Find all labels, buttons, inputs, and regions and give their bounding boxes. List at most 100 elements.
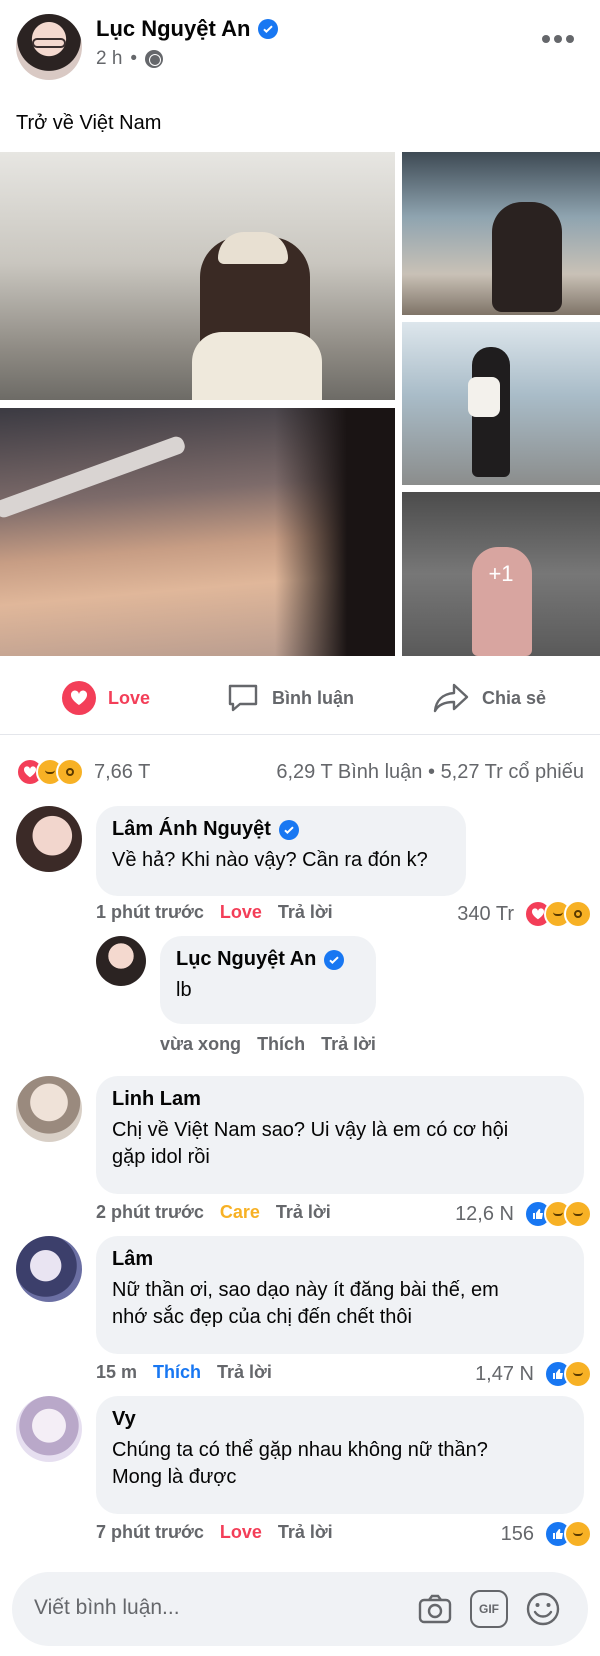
comment-bubble[interactable]: Vy Chúng ta có thể gặp nhau không nữ thầ… bbox=[96, 1396, 584, 1514]
action-bar: Love Bình luận Chia sẻ bbox=[0, 670, 600, 726]
stats-separator: • bbox=[427, 760, 435, 783]
comment-time: 1 phút trước bbox=[96, 902, 204, 922]
comment-time: 15 m bbox=[96, 1362, 138, 1382]
comment-text: lb bbox=[176, 979, 192, 1001]
post-time[interactable]: 2 h bbox=[96, 48, 122, 70]
comment-text: Chị về Việt Nam sao? Ui vậy là em có cơ … bbox=[112, 1117, 568, 1171]
photo-plane-window[interactable] bbox=[0, 408, 395, 656]
comment-actions: 15 m Thích Trả lời bbox=[96, 1362, 272, 1383]
comment-react-button[interactable]: Love bbox=[220, 1522, 262, 1543]
comment-reaction-count: 12,6 N bbox=[455, 1202, 514, 1225]
reply-button[interactable]: Trả lời bbox=[217, 1362, 272, 1383]
comment: Vy Chúng ta có thể gặp nhau không nữ thầ… bbox=[16, 1396, 592, 1548]
comment-reactions[interactable]: 156 bbox=[500, 1520, 592, 1548]
comments-shares-stats[interactable]: 6,29 T Bình luận • 5,27 Tr cổ phiếu bbox=[276, 761, 584, 784]
comment: Lâm Nữ thần ơi, sao dạo này ít đăng bài … bbox=[16, 1236, 592, 1388]
comment-bubble[interactable]: Lục Nguyệt An lb bbox=[160, 936, 376, 1024]
more-icon[interactable] bbox=[542, 32, 578, 46]
comment-react-button[interactable]: Thích bbox=[153, 1362, 201, 1383]
comment-label: Bình luận bbox=[272, 687, 354, 708]
reply-button[interactable]: Trả lời bbox=[278, 902, 333, 923]
share-icon bbox=[433, 683, 469, 713]
comment-text-line: Chị về Việt Nam sao? Ui vậy là em có cơ … bbox=[112, 1119, 509, 1141]
commenter-avatar[interactable] bbox=[96, 936, 146, 986]
comment-reactions[interactable]: 12,6 N bbox=[455, 1200, 592, 1228]
post-header: Lục Nguyệt An 2 h • bbox=[16, 14, 584, 80]
comment-actions: 7 phút trước Love Trả lời bbox=[96, 1522, 333, 1543]
author-name[interactable]: Lục Nguyệt An bbox=[96, 16, 279, 42]
comment-icon bbox=[228, 684, 258, 712]
wow-reaction-icon bbox=[56, 758, 84, 786]
commenter-name[interactable]: Vy bbox=[112, 1408, 136, 1431]
comment-text: Chúng ta có thể gặp nhau không nữ thần? … bbox=[112, 1437, 568, 1491]
reply-button[interactable]: Trả lời bbox=[276, 1202, 331, 1223]
comment-text: Nữ thần ơi, sao dạo này ít đăng bài thế,… bbox=[112, 1277, 568, 1331]
haha-reaction-icon bbox=[564, 1360, 592, 1388]
comment-react-button[interactable]: Love bbox=[220, 902, 262, 923]
verified-icon bbox=[258, 19, 279, 39]
comment-reaction-count: 1,47 N bbox=[475, 1362, 534, 1385]
comment-text-line: gặp idol rồi bbox=[112, 1146, 210, 1168]
haha-reaction-icon bbox=[564, 1520, 592, 1548]
photo-terminal-window[interactable] bbox=[402, 322, 600, 485]
commenter-avatar[interactable] bbox=[16, 806, 82, 872]
gif-icon[interactable]: GIF bbox=[470, 1590, 508, 1628]
commenter-name[interactable]: Lâm bbox=[112, 1248, 153, 1271]
reply-button[interactable]: Trả lời bbox=[321, 1034, 376, 1055]
commenter-name[interactable]: Lâm Ánh Nguyệt bbox=[112, 818, 271, 841]
comment-text-line: Chúng ta có thể gặp nhau không nữ thần? bbox=[112, 1439, 488, 1461]
comment: Linh Lam Chị về Việt Nam sao? Ui vậy là … bbox=[16, 1076, 592, 1228]
divider bbox=[0, 734, 600, 735]
comment-text-line: nhớ sắc đẹp của chị đến chết thôi bbox=[112, 1306, 412, 1328]
comment-text-line: Nữ thần ơi, sao dạo này ít đăng bài thế,… bbox=[112, 1279, 499, 1301]
comment-reactions[interactable]: 1,47 N bbox=[475, 1360, 592, 1388]
reaction-count: 7,66 T bbox=[94, 760, 151, 783]
camera-icon[interactable] bbox=[416, 1590, 454, 1628]
commenter-avatar[interactable] bbox=[16, 1396, 82, 1462]
comment-text-line: Mong là được bbox=[112, 1466, 237, 1488]
comment-bubble[interactable]: Lâm Ánh Nguyệt Về hả? Khi nào vậy? Cần r… bbox=[96, 806, 466, 896]
comment-reaction-count: 340 Tr bbox=[457, 902, 514, 925]
like-button[interactable]: Thích bbox=[257, 1034, 305, 1055]
commenter-avatar[interactable] bbox=[16, 1076, 82, 1142]
comment-time: vừa xong bbox=[160, 1034, 242, 1054]
comment-composer[interactable]: Viết bình luận... GIF bbox=[12, 1572, 588, 1646]
comment-actions: vừa xong Thích Trả lời bbox=[160, 1034, 376, 1055]
commenter-name[interactable]: Lục Nguyệt An bbox=[176, 948, 316, 971]
author-name-text[interactable]: Lục Nguyệt An bbox=[96, 16, 250, 42]
comment-count[interactable]: 6,29 T Bình luận bbox=[276, 761, 422, 783]
comment-bubble[interactable]: Lâm Nữ thần ơi, sao dạo này ít đăng bài … bbox=[96, 1236, 584, 1354]
reactions-summary[interactable]: 7,66 T 6,29 T Bình luận • 5,27 Tr cổ phi… bbox=[16, 756, 584, 788]
comment-input-placeholder[interactable]: Viết bình luận... bbox=[34, 1596, 180, 1620]
emoji-icon[interactable] bbox=[524, 1590, 562, 1628]
commenter-avatar[interactable] bbox=[16, 1236, 82, 1302]
comment-react-button[interactable]: Care bbox=[220, 1202, 260, 1223]
comment-reaction-count: 156 bbox=[500, 1522, 534, 1545]
comment-actions: 2 phút trước Care Trả lời bbox=[96, 1202, 331, 1223]
love-label: Love bbox=[108, 687, 151, 708]
wow-reaction-icon bbox=[564, 900, 592, 928]
heart-icon bbox=[62, 681, 96, 715]
post-text: Trở về Việt Nam bbox=[16, 112, 162, 134]
photo-grid: +1 bbox=[0, 152, 600, 656]
share-label: Chia sẻ bbox=[482, 687, 547, 708]
comment-reactions[interactable]: 340 Tr bbox=[457, 900, 592, 928]
meta-separator: • bbox=[130, 48, 138, 69]
post-meta: 2 h • bbox=[96, 48, 164, 70]
verified-icon bbox=[324, 949, 345, 970]
photo-more[interactable]: +1 bbox=[402, 492, 600, 656]
share-button[interactable]: Chia sẻ bbox=[432, 681, 546, 715]
author-avatar[interactable] bbox=[16, 14, 82, 80]
haha-reaction-icon bbox=[564, 1200, 592, 1228]
comment-bubble[interactable]: Linh Lam Chị về Việt Nam sao? Ui vậy là … bbox=[96, 1076, 584, 1194]
photo-more-count[interactable]: +1 bbox=[402, 492, 600, 656]
comment-actions: 1 phút trước Love Trả lời bbox=[96, 902, 333, 923]
love-button[interactable]: Love bbox=[62, 681, 150, 715]
share-count[interactable]: 5,27 Tr cổ phiếu bbox=[441, 761, 584, 783]
commenter-name[interactable]: Linh Lam bbox=[112, 1088, 201, 1111]
photo-waiting-area[interactable] bbox=[402, 152, 600, 315]
globe-icon bbox=[145, 50, 164, 68]
photo-airport-corridor[interactable] bbox=[0, 152, 395, 400]
comment: Lâm Ánh Nguyệt Về hả? Khi nào vậy? Cần r… bbox=[16, 806, 592, 928]
reply-button[interactable]: Trả lời bbox=[278, 1522, 333, 1543]
